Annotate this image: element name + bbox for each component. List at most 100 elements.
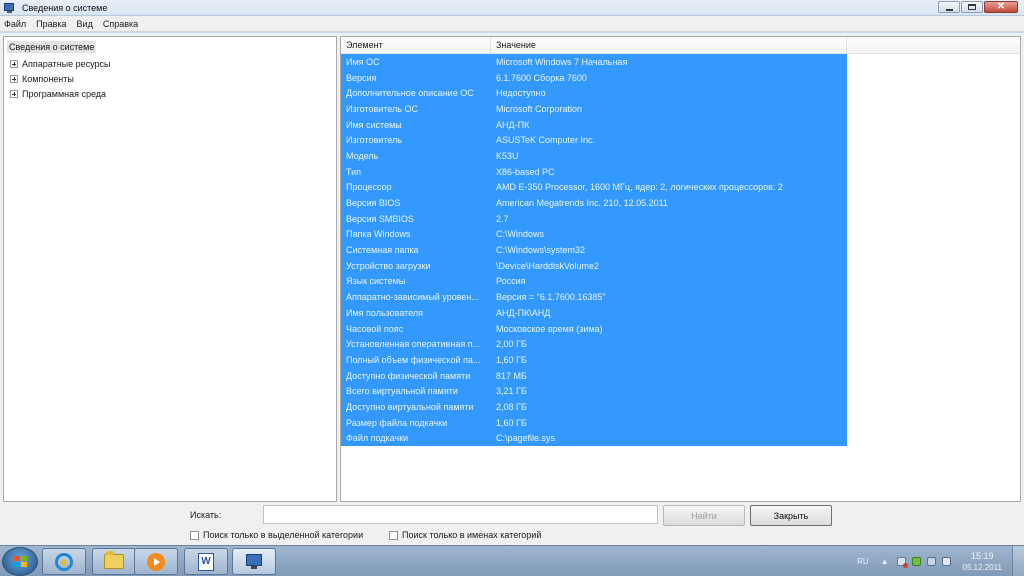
list-row[interactable]: Часовой пояс Московское время (зима): [341, 321, 847, 337]
client-area: Сведения о системе Аппаратные ресурсы Ко…: [0, 33, 1024, 545]
row-element: Доступно виртуальной памяти: [346, 401, 474, 412]
tree-item-software-environment[interactable]: Программная среда: [7, 86, 333, 101]
checkbox-label: Поиск только в выделенной категории: [203, 530, 364, 540]
row-value: 2,08 ГБ: [496, 401, 527, 412]
maximize-button[interactable]: [961, 1, 983, 13]
menu-file[interactable]: Файл: [4, 19, 26, 29]
start-button[interactable]: [2, 547, 38, 576]
list-row[interactable]: Имя системы АНД-ПК: [341, 117, 847, 133]
list-row[interactable]: Папка Windows C:\Windows: [341, 227, 847, 243]
menu-view[interactable]: Вид: [77, 19, 93, 29]
internet-explorer-icon: e: [55, 552, 73, 571]
list-row[interactable]: Имя пользователя АНД-ПК\АНД: [341, 305, 847, 321]
list-row[interactable]: Аппаратно-зависимый уровен... Версия = "6…: [341, 289, 847, 305]
list-row[interactable]: Изготовитель ОС Microsoft Corporation: [341, 101, 847, 117]
taskbar: e W RU ▲ 15:19 05.12.2011: [0, 545, 1024, 576]
row-value: C:\Windows: [496, 229, 545, 240]
language-indicator[interactable]: RU: [857, 557, 869, 566]
row-value: \Device\HarddiskVolume2: [496, 260, 600, 271]
row-value: 817 МБ: [496, 370, 527, 381]
list-row[interactable]: Изготовитель ASUSTeK Computer Inc.: [341, 132, 847, 148]
expand-icon[interactable]: [10, 59, 18, 68]
category-tree[interactable]: Сведения о системе Аппаратные ресурсы Ко…: [3, 36, 337, 502]
list-row[interactable]: Доступно физической памяти 817 МБ: [341, 368, 847, 384]
row-element: Имя системы: [346, 119, 402, 130]
clock[interactable]: 15:19 05.12.2011: [963, 551, 1002, 573]
taskbar-word[interactable]: W: [184, 548, 228, 575]
close-button[interactable]: Закрыть: [750, 505, 832, 526]
list-row[interactable]: Язык системы Россия: [341, 274, 847, 290]
action-center-icon[interactable]: [896, 557, 908, 568]
tree-root-system-summary[interactable]: Сведения о системе: [7, 41, 97, 53]
row-value: 2,00 ГБ: [496, 339, 527, 350]
list-row[interactable]: Версия 6.1.7600 Сборка 7600: [341, 70, 847, 86]
list-row[interactable]: Устройство загрузки \Device\HarddiskVolum…: [341, 258, 847, 274]
close-window-button[interactable]: ✕: [984, 1, 1018, 13]
checkbox-search-category-names[interactable]: Поиск только в именах категорий: [389, 530, 541, 540]
close-icon: ✕: [996, 1, 1006, 12]
checkbox-label: Поиск только в именах категорий: [402, 530, 542, 540]
checkbox-search-selected-category[interactable]: Поиск только в выделенной категории: [190, 530, 363, 540]
find-button[interactable]: Найти: [663, 505, 745, 526]
row-element: Процессор: [346, 182, 392, 193]
list-row[interactable]: Полный объем физической па... 1,60 ГБ: [341, 352, 847, 368]
taskbar-media-player[interactable]: [134, 548, 178, 575]
column-header-value[interactable]: Значение: [491, 37, 847, 53]
row-element: Изготовитель ОС: [346, 103, 418, 114]
taskbar-system-info[interactable]: [232, 548, 276, 575]
row-element: Язык системы: [346, 276, 406, 287]
list-row[interactable]: Всего виртуальной памяти 3,21 ГБ: [341, 383, 847, 399]
network-icon[interactable]: [926, 557, 936, 566]
row-value: 1,60 ГБ: [496, 417, 527, 428]
row-value: Недоступно: [496, 88, 546, 99]
row-element: Аппаратно-зависимый уровен...: [346, 292, 479, 303]
list-row[interactable]: Дополнительное описание ОС Недоступно: [341, 85, 847, 101]
list-row[interactable]: Версия SMBIOS 2.7: [341, 211, 847, 227]
tray-expand-icon[interactable]: ▲: [881, 557, 889, 566]
column-header-element[interactable]: Элемент: [341, 37, 491, 53]
row-element: Устройство загрузки: [346, 260, 431, 271]
row-value: 6.1.7600 Сборка 7600: [496, 72, 587, 83]
row-element: Изготовитель: [346, 135, 402, 146]
details-list[interactable]: Элемент Значение Имя ОС Microsoft Windows…: [340, 36, 1021, 502]
search-input[interactable]: [263, 505, 658, 524]
row-element: Имя ОС: [346, 56, 380, 67]
expand-icon[interactable]: [10, 74, 18, 83]
menu-bar: Файл Правка Вид Справка: [0, 16, 1024, 32]
tree-item-hardware-resources[interactable]: Аппаратные ресурсы: [7, 56, 333, 71]
show-desktop-button[interactable]: [1012, 546, 1024, 576]
list-header: Элемент Значение: [341, 37, 1020, 54]
row-element: Тип: [346, 166, 362, 177]
list-row[interactable]: Системная папка C:\Windows\system32: [341, 242, 847, 258]
expand-icon[interactable]: [10, 89, 18, 98]
clock-time: 15:19: [971, 550, 994, 561]
list-row[interactable]: Версия BIOS American Megatrends Inc. 210,…: [341, 195, 847, 211]
title-bar[interactable]: Сведения о системе ✕: [0, 0, 1024, 16]
list-row[interactable]: Размер файла подкачки 1,60 ГБ: [341, 415, 847, 431]
minimize-button[interactable]: [938, 1, 960, 13]
battery-icon[interactable]: [911, 557, 921, 566]
row-element: Доступно физической памяти: [346, 370, 471, 381]
list-row[interactable]: Тип X86-based PC: [341, 164, 847, 180]
list-row[interactable]: Установленная оперативная п... 2,00 ГБ: [341, 336, 847, 352]
system-info-icon: [245, 553, 263, 570]
tree-item-components[interactable]: Компоненты: [7, 71, 333, 86]
checkbox[interactable]: [190, 530, 199, 540]
row-value: 2.7: [496, 213, 509, 224]
taskbar-explorer[interactable]: [92, 548, 136, 575]
taskbar-internet-explorer[interactable]: e: [42, 548, 86, 575]
checkbox[interactable]: [389, 530, 398, 540]
list-row[interactable]: Имя ОС Microsoft Windows 7 Начальная: [341, 54, 847, 70]
list-rows: Имя ОС Microsoft Windows 7 Начальная Верси…: [341, 54, 847, 447]
list-row[interactable]: Доступно виртуальной памяти 2,08 ГБ: [341, 399, 847, 415]
menu-edit[interactable]: Правка: [36, 19, 66, 29]
volume-icon[interactable]: [941, 557, 951, 566]
list-row[interactable]: Процессор AMD E-350 Processor, 1600 МГц, …: [341, 180, 847, 196]
row-element: Установленная оперативная п...: [346, 339, 481, 350]
list-row[interactable]: Файл подкачки C:\pagefile.sys: [341, 431, 847, 447]
row-element: Часовой пояс: [346, 323, 404, 334]
menu-help[interactable]: Справка: [103, 19, 138, 29]
row-element: Версия BIOS: [346, 198, 401, 209]
list-row[interactable]: Модель K53U: [341, 148, 847, 164]
row-element: Модель: [346, 150, 379, 161]
